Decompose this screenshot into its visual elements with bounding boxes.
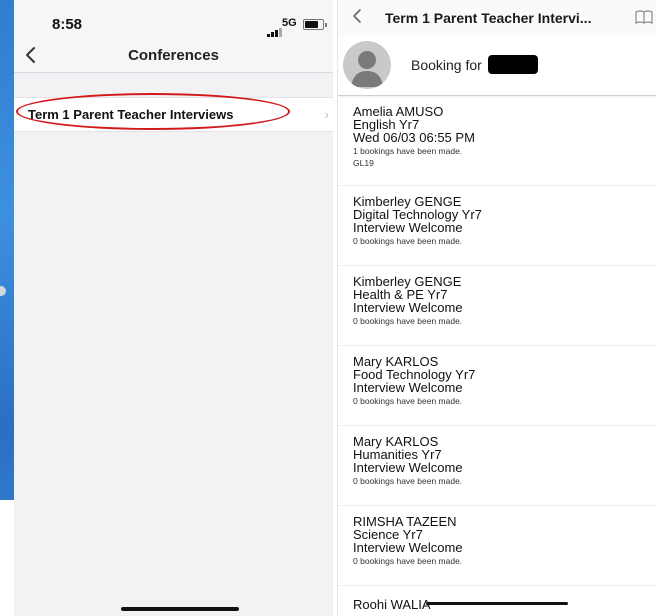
list-item[interactable]: Kimberley GENGE Digital Technology Yr7 I… [338,186,656,266]
interview-time: Interview Welcome [353,220,463,235]
interview-time: Interview Welcome [353,460,463,475]
booking-count: 0 bookings have been made. [353,396,463,406]
home-indicator[interactable] [121,607,239,611]
conference-item-term1[interactable]: Term 1 Parent Teacher Interviews › [14,97,333,132]
background-left-bottom [0,500,14,616]
booking-bar[interactable]: Booking for [338,36,656,96]
booking-label: Booking for [411,57,482,73]
page-title: Conferences [128,47,219,64]
interviews-screen: Term 1 Parent Teacher Intervi... Booking… [337,0,656,616]
battery-icon [303,19,327,30]
list-item[interactable]: Mary KARLOS Humanities Yr7 Interview Wel… [338,426,656,506]
network-label: 5G [282,17,297,29]
home-indicator[interactable] [426,602,568,605]
chevron-left-icon[interactable] [346,4,368,28]
nav-bar: Conferences [14,42,333,73]
teacher-list: Amelia AMUSO English Yr7 Wed 06/03 06:55… [338,96,656,586]
avatar [343,41,391,89]
interview-time: Interview Welcome [353,300,463,315]
redacted-name [488,55,538,74]
booking-count: 0 bookings have been made. [353,236,463,246]
page-title: Term 1 Parent Teacher Intervi... [385,10,592,26]
teacher-name: Roohi WALIA [353,597,431,612]
conference-label: Term 1 Parent Teacher Interviews [28,107,234,122]
list-item[interactable]: Amelia AMUSO English Yr7 Wed 06/03 06:55… [338,96,656,186]
list-item[interactable]: Mary KARLOS Food Technology Yr7 Intervie… [338,346,656,426]
signal-icon [267,19,283,37]
list-item[interactable]: Kimberley GENGE Health & PE Yr7 Intervie… [338,266,656,346]
booking-count: 0 bookings have been made. [353,476,463,486]
interview-time: Interview Welcome [353,540,463,555]
book-icon[interactable] [634,9,654,30]
booking-count: 1 bookings have been made. [353,146,463,156]
list-item[interactable]: RIMSHA TAZEEN Science Yr7 Interview Welc… [338,506,656,586]
chevron-right-icon: › [324,107,329,122]
header-bar: Term 1 Parent Teacher Intervi... [338,0,656,36]
room-label: GL19 [353,158,374,168]
conferences-screen: 8:58 5G Conferences Term 1 Parent Teache… [14,0,333,616]
status-bar: 8:58 5G [14,0,333,42]
booking-count: 0 bookings have been made. [353,556,463,566]
interview-time: Interview Welcome [353,380,463,395]
interview-time: Wed 06/03 06:55 PM [353,130,475,145]
status-time: 8:58 [52,16,83,33]
booking-count: 0 bookings have been made. [353,316,463,326]
